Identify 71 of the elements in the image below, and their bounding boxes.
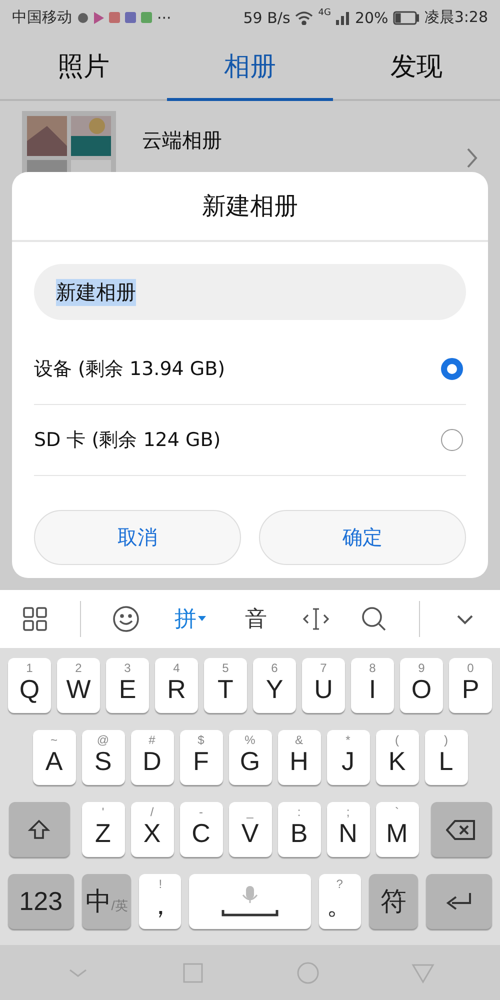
letter-key[interactable]: ~ A (32, 730, 76, 785)
app-icon (109, 12, 120, 23)
tab[interactable]: 相册 (166, 35, 334, 101)
letter-key[interactable]: 7 U (302, 658, 345, 713)
clock: 凌晨3:28 (424, 8, 488, 27)
tab[interactable]: 发现 (333, 35, 500, 101)
network-type: 4G (318, 8, 331, 18)
app-icon (125, 12, 136, 23)
dialog-title: 新建相册 (12, 172, 488, 242)
letter-key[interactable]: ? 。 (318, 874, 361, 929)
tab[interactable]: 照片 (0, 35, 167, 101)
carrier-name: 中国移动 (12, 8, 72, 27)
function-key[interactable]: 符 (368, 874, 418, 929)
battery-percent: 20% (354, 8, 388, 26)
input-mode-button[interactable]: 音 (240, 600, 271, 638)
storage-option-label: 设备 (剩余 13.94 GB) (34, 357, 226, 382)
chevron-right-icon (466, 147, 478, 169)
function-key[interactable]: 123 (8, 874, 74, 929)
microphone-space-icon (220, 884, 280, 920)
language-key[interactable]: 中/英 (82, 874, 132, 929)
letter-key[interactable]: 1 Q (8, 658, 51, 713)
letter-key[interactable]: # D (130, 730, 174, 785)
album-title: 云端相册 (142, 126, 223, 154)
caret-icon (198, 616, 206, 622)
letter-key[interactable]: 5 T (204, 658, 247, 713)
letter-key[interactable]: @ S (82, 730, 124, 785)
signal-icon (336, 10, 350, 24)
more-notifications: ··· (157, 8, 172, 26)
space-key[interactable] (189, 874, 311, 929)
emoji-icon[interactable] (112, 605, 140, 633)
radio-button[interactable] (441, 429, 463, 451)
input-mode-button[interactable]: 拼 (170, 600, 210, 638)
letter-key[interactable]: * J (326, 730, 370, 785)
letter-key[interactable]: $ F (180, 730, 222, 785)
letter-key[interactable]: 8 I (351, 658, 394, 713)
shift-icon (27, 818, 51, 842)
dialog-button[interactable]: 取消 (34, 510, 241, 565)
network-speed: 59 B/s (243, 8, 290, 26)
shift-key[interactable] (8, 802, 70, 857)
letter-key[interactable]: - C (180, 802, 222, 857)
enter-key[interactable] (426, 874, 492, 929)
wifi-icon (295, 10, 314, 24)
battery-icon (393, 10, 420, 24)
dialog-button[interactable]: 确定 (259, 510, 466, 565)
letter-key[interactable]: ( K (376, 730, 418, 785)
letter-key[interactable]: % G (228, 730, 272, 785)
letter-key[interactable]: & H (278, 730, 320, 785)
cursor-icon[interactable] (302, 605, 330, 633)
letter-key[interactable]: ) L (424, 730, 468, 785)
letter-key[interactable]: : B (278, 802, 320, 857)
storage-option-label: SD 卡 (剩余 124 GB) (34, 428, 221, 453)
grid-icon[interactable] (21, 605, 50, 633)
letter-key[interactable]: _ V (228, 802, 272, 857)
letter-key[interactable]: 2 W (57, 658, 100, 713)
delete-key[interactable] (430, 802, 492, 857)
letter-key[interactable]: ! ， (139, 874, 182, 929)
letter-key[interactable]: ; N (326, 802, 370, 857)
backspace-icon (446, 818, 476, 840)
app-icon (141, 12, 152, 23)
letter-key[interactable]: ` M (376, 802, 418, 857)
radio-button[interactable] (441, 358, 463, 380)
letter-key[interactable]: 4 R (155, 658, 198, 713)
letter-key[interactable]: ' Z (82, 802, 124, 857)
letter-key[interactable]: 9 O (400, 658, 443, 713)
album-name-field[interactable]: 新建相册 (34, 264, 466, 320)
letter-key[interactable]: 6 Y (253, 658, 296, 713)
play-icon (94, 12, 104, 24)
letter-key[interactable]: 3 E (106, 658, 149, 713)
letter-key[interactable]: / X (130, 802, 174, 857)
letter-key[interactable]: 0 P (449, 658, 492, 713)
search-icon[interactable] (360, 605, 388, 633)
